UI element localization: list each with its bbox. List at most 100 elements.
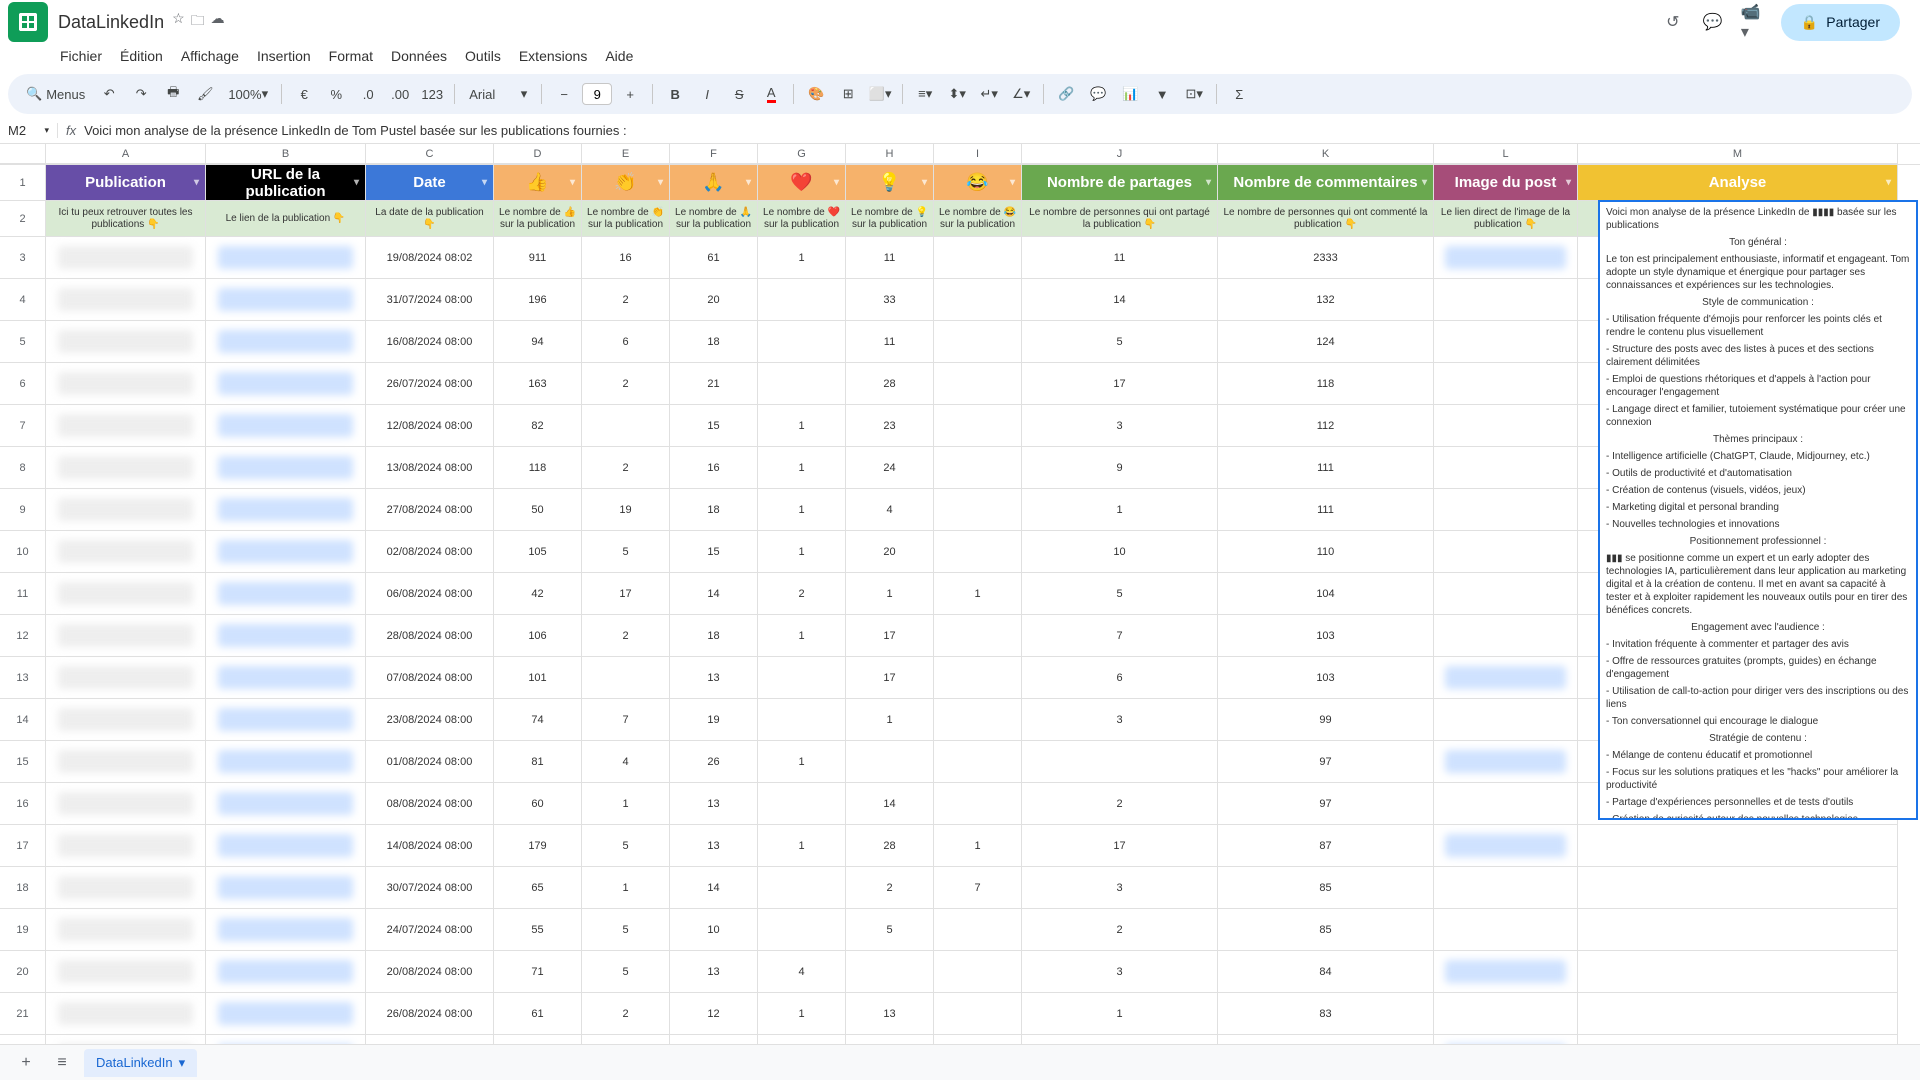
data-cell[interactable] (934, 657, 1022, 699)
data-cell[interactable]: 01/08/2024 08:00 (366, 741, 494, 783)
subheader-cell[interactable]: La date de la publication 👇 (366, 201, 494, 237)
row-header[interactable]: 21 (0, 993, 46, 1035)
row-header[interactable]: 4 (0, 279, 46, 321)
data-cell[interactable] (206, 699, 366, 741)
data-cell[interactable] (46, 363, 206, 405)
data-cell[interactable]: 26/07/2024 08:00 (366, 363, 494, 405)
row-header[interactable]: 7 (0, 405, 46, 447)
col-header[interactable]: G (758, 144, 846, 164)
data-cell[interactable]: 10 (1022, 531, 1218, 573)
data-cell[interactable]: 81 (494, 741, 582, 783)
star-icon[interactable]: ☆ (172, 10, 185, 34)
data-cell[interactable] (1022, 741, 1218, 783)
paint-format-button[interactable]: 🖌 (191, 80, 219, 108)
data-cell[interactable]: 5 (1022, 321, 1218, 363)
data-cell[interactable] (934, 909, 1022, 951)
print-button[interactable]: 🖶 (159, 80, 187, 108)
data-cell[interactable]: 11 (846, 237, 934, 279)
font-size-input[interactable] (582, 83, 612, 105)
data-cell[interactable]: 17 (1022, 825, 1218, 867)
column-header-cell[interactable]: 😂▾ (934, 165, 1022, 201)
subheader-cell[interactable]: Ici tu peux retrouver toutes les publica… (46, 201, 206, 237)
subheader-cell[interactable]: Le lien direct de l'image de la publicat… (1434, 201, 1578, 237)
data-cell[interactable]: 13 (846, 993, 934, 1035)
data-cell[interactable] (46, 531, 206, 573)
data-cell[interactable]: 5 (846, 909, 934, 951)
data-cell[interactable]: 23 (846, 405, 934, 447)
data-cell[interactable]: 10 (670, 909, 758, 951)
data-cell[interactable]: 5 (582, 825, 670, 867)
data-cell[interactable]: 24 (846, 447, 934, 489)
data-cell[interactable] (206, 279, 366, 321)
data-cell[interactable] (758, 657, 846, 699)
data-cell[interactable] (758, 699, 846, 741)
data-cell[interactable]: 26/08/2024 08:00 (366, 993, 494, 1035)
data-cell[interactable]: 6 (1022, 657, 1218, 699)
data-cell[interactable]: 18 (670, 615, 758, 657)
cell-reference[interactable]: M2▾ (8, 123, 58, 138)
subheader-cell[interactable]: Le nombre de 😂 sur la publication (934, 201, 1022, 237)
data-cell[interactable] (46, 699, 206, 741)
data-cell[interactable] (1434, 783, 1578, 825)
row-header[interactable]: 12 (0, 615, 46, 657)
data-cell[interactable]: 163 (494, 363, 582, 405)
data-cell[interactable] (1434, 321, 1578, 363)
data-cell[interactable]: 111 (1218, 489, 1434, 531)
chart-button[interactable]: 📊 (1116, 80, 1144, 108)
menu-affichage[interactable]: Affichage (173, 44, 247, 70)
row-header[interactable]: 18 (0, 867, 46, 909)
data-cell[interactable] (934, 783, 1022, 825)
data-cell[interactable]: 21 (670, 363, 758, 405)
data-cell[interactable] (206, 993, 366, 1035)
subheader-cell[interactable]: Le lien de la publication 👇 (206, 201, 366, 237)
column-header-cell[interactable]: Image du post▾ (1434, 165, 1578, 201)
data-cell[interactable] (46, 489, 206, 531)
data-cell[interactable] (934, 489, 1022, 531)
data-cell[interactable]: 08/08/2024 08:00 (366, 783, 494, 825)
data-cell[interactable]: 28/08/2024 08:00 (366, 615, 494, 657)
data-cell[interactable]: 1 (758, 615, 846, 657)
meet-icon[interactable]: 📹▾ (1741, 10, 1765, 34)
data-cell[interactable]: 83 (1218, 1035, 1434, 1044)
data-cell[interactable]: 1 (582, 783, 670, 825)
data-cell[interactable]: 7 (582, 699, 670, 741)
data-cell[interactable] (1434, 615, 1578, 657)
data-cell[interactable]: 15 (670, 405, 758, 447)
data-cell[interactable]: 2 (846, 867, 934, 909)
data-cell[interactable]: 1 (758, 405, 846, 447)
data-cell[interactable]: 82 (494, 405, 582, 447)
data-cell[interactable]: 13 (670, 825, 758, 867)
data-cell[interactable]: 3 (1022, 951, 1218, 993)
row-header[interactable]: 13 (0, 657, 46, 699)
row-header[interactable]: 5 (0, 321, 46, 363)
column-header-cell[interactable]: 🙏▾ (670, 165, 758, 201)
data-cell[interactable]: 2 (1022, 783, 1218, 825)
row-header[interactable]: 22 (0, 1035, 46, 1044)
data-cell[interactable]: 1 (758, 1035, 846, 1044)
data-cell[interactable]: 3 (1022, 405, 1218, 447)
row-header[interactable]: 10 (0, 531, 46, 573)
data-cell[interactable]: 28 (846, 363, 934, 405)
data-cell[interactable] (934, 699, 1022, 741)
data-cell[interactable]: 71 (494, 951, 582, 993)
link-button[interactable]: 🔗 (1052, 80, 1080, 108)
data-cell[interactable]: 14 (670, 573, 758, 615)
data-cell[interactable]: 12 (670, 993, 758, 1035)
data-cell[interactable] (46, 951, 206, 993)
column-header-cell[interactable]: URL de la publication▾ (206, 165, 366, 201)
history-icon[interactable]: ↺ (1661, 10, 1685, 34)
data-cell[interactable]: 1 (934, 825, 1022, 867)
data-cell[interactable] (206, 657, 366, 699)
data-cell[interactable]: 02/08/2024 08:00 (366, 531, 494, 573)
data-cell[interactable]: 14 (1022, 279, 1218, 321)
data-cell[interactable]: 60 (494, 1035, 582, 1044)
data-cell[interactable] (46, 741, 206, 783)
subheader-cell[interactable]: Le nombre de personnes qui ont partagé l… (1022, 201, 1218, 237)
column-header-cell[interactable]: ❤️▾ (758, 165, 846, 201)
col-header[interactable]: H (846, 144, 934, 164)
data-cell[interactable] (206, 951, 366, 993)
data-cell[interactable] (934, 279, 1022, 321)
row-header[interactable]: 14 (0, 699, 46, 741)
data-cell[interactable] (1578, 867, 1898, 909)
data-cell[interactable]: 13 (670, 657, 758, 699)
